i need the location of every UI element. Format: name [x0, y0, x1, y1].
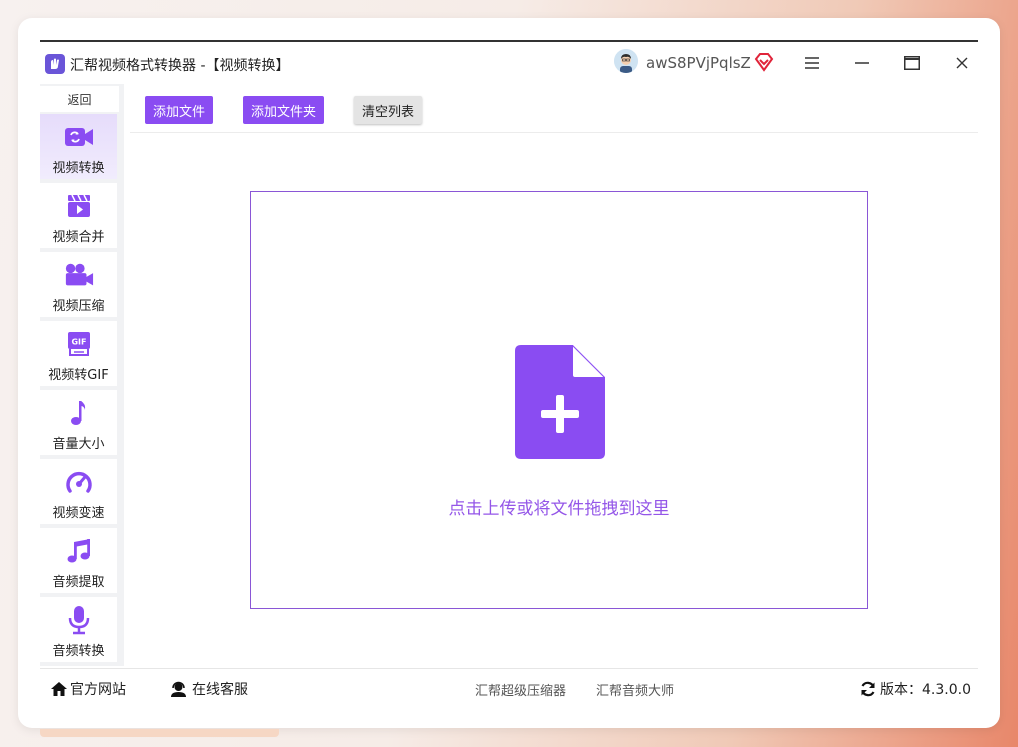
- sidebar-item-label: 视频转换: [52, 161, 105, 176]
- add-file-button[interactable]: 添加文件: [145, 96, 213, 124]
- sidebar-item-label: 音频提取: [52, 575, 105, 590]
- gif-icon: GIF: [64, 330, 94, 358]
- vip-diamond-icon[interactable]: [754, 52, 774, 72]
- drop-zone-hint: 点击上传或将文件拖拽到这里: [448, 499, 670, 519]
- sidebar-item-video-speed[interactable]: 视频变速: [40, 459, 117, 524]
- sidebar-item-label: 视频变速: [52, 506, 105, 521]
- official-website-link[interactable]: 官方网站: [50, 679, 126, 699]
- sidebar-item-video-to-gif[interactable]: GIF 视频转GIF: [40, 321, 117, 386]
- music-note-icon: [64, 399, 94, 427]
- sidebar-item-video-merge[interactable]: 视频合并: [40, 183, 117, 248]
- sidebar-item-video-convert[interactable]: 视频转换: [40, 114, 117, 179]
- home-icon: [50, 681, 68, 697]
- app-window: 汇帮视频格式转换器 -【视频转换】 awS8PVjPqlsZ 返回 视频转换 视…: [40, 40, 978, 706]
- online-support-label: 在线客服: [192, 682, 248, 698]
- sidebar-item-label: 音频转换: [52, 644, 105, 659]
- title-bar: 汇帮视频格式转换器 -【视频转换】 awS8PVjPqlsZ: [40, 42, 978, 84]
- file-drop-zone[interactable]: 点击上传或将文件拖拽到这里: [250, 191, 868, 609]
- music-notes-icon: [64, 537, 94, 565]
- online-support-link[interactable]: 在线客服: [170, 679, 248, 699]
- sidebar-item-audio-extract[interactable]: 音频提取: [40, 528, 117, 593]
- sidebar-item-label: 视频合并: [52, 230, 105, 245]
- clear-list-button[interactable]: 清空列表: [354, 96, 422, 124]
- username[interactable]: awS8PVjPqlsZ: [646, 54, 751, 72]
- sidebar-item-audio-convert[interactable]: 音频转换: [40, 597, 117, 662]
- speedometer-icon: [64, 468, 94, 496]
- sidebar-item-video-compress[interactable]: 视频压缩: [40, 252, 117, 317]
- file-plus-icon[interactable]: [515, 344, 606, 463]
- menu-icon[interactable]: [798, 50, 826, 76]
- minimize-icon[interactable]: [848, 50, 876, 76]
- video-camera-icon: [64, 261, 94, 289]
- official-website-label: 官方网站: [70, 682, 126, 698]
- sidebar-item-label: 视频压缩: [52, 299, 105, 314]
- audio-master-link[interactable]: 汇帮音频大师: [596, 680, 674, 699]
- window-title: 汇帮视频格式转换器 -【视频转换】: [70, 58, 290, 74]
- maximize-icon[interactable]: [898, 50, 926, 76]
- super-compressor-link[interactable]: 汇帮超级压缩器: [475, 680, 566, 699]
- user-avatar[interactable]: [614, 49, 638, 73]
- back-button[interactable]: 返回: [40, 86, 119, 112]
- version-label: 版本：4.3.0.0: [880, 682, 971, 698]
- sidebar-item-volume[interactable]: 音量大小: [40, 390, 117, 455]
- footer: 官方网站 在线客服 汇帮超级压缩器 汇帮音频大师 版本：4.3.0.0: [40, 668, 978, 706]
- video-convert-icon: [64, 123, 94, 151]
- add-folder-button[interactable]: 添加文件夹: [243, 96, 324, 124]
- background-strip: [40, 729, 279, 737]
- sidebar-item-label: 音量大小: [52, 437, 105, 452]
- sidebar: 返回 视频转换 视频合并 视频压缩 GIF 视频转GIF 音量大小 视频变速 音…: [40, 84, 124, 666]
- sidebar-item-label: 视频转GIF: [48, 368, 109, 383]
- toolbar: 添加文件 添加文件夹 清空列表: [130, 84, 978, 133]
- app-logo-icon: [45, 54, 65, 74]
- refresh-icon[interactable]: [860, 681, 876, 697]
- version-info: 版本：4.3.0.0: [860, 679, 971, 699]
- headset-icon: [170, 681, 187, 697]
- svg-text:GIF: GIF: [71, 338, 86, 347]
- clapperboard-icon: [64, 192, 94, 220]
- microphone-icon: [64, 606, 94, 635]
- close-icon[interactable]: [948, 50, 976, 76]
